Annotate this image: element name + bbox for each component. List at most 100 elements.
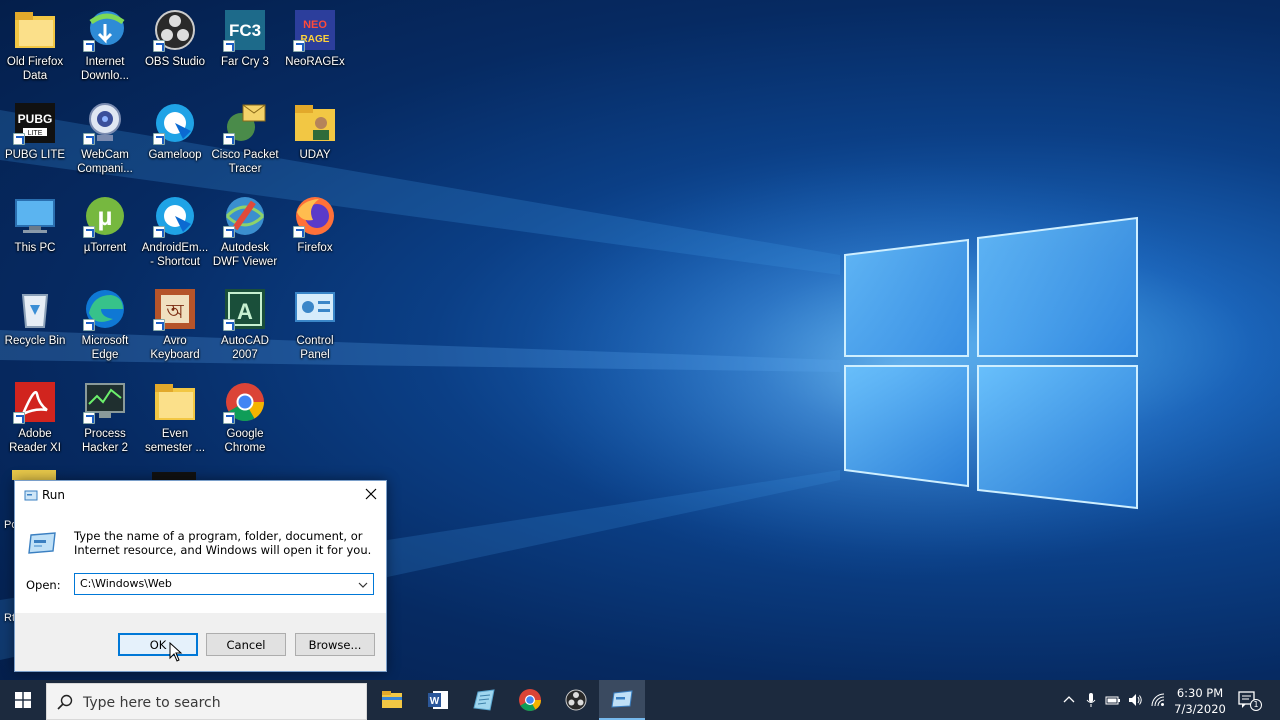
dialog-titlebar[interactable]: Run (15, 481, 386, 509)
microphone-icon[interactable] (1083, 692, 1099, 708)
shortcut-arrow-icon (153, 133, 165, 145)
word-icon: W (428, 691, 448, 709)
file-explorer-icon (382, 691, 402, 708)
desktop-icon-label: PUBG LITE (4, 149, 66, 161)
hidden-icon-top (12, 470, 56, 480)
close-button[interactable] (356, 481, 386, 507)
shortcut-arrow-icon (223, 40, 235, 52)
svg-text:FC3: FC3 (229, 21, 261, 40)
taskbar-run[interactable] (599, 680, 645, 720)
desktop-icon[interactable]: Old Firefox Data (0, 2, 72, 90)
search-icon (57, 694, 73, 710)
desktop-icon[interactable]: Internet Downlo... (68, 2, 142, 90)
desktop-icon[interactable]: Even semester ... (138, 374, 212, 462)
process-hacker-icon (83, 380, 127, 424)
shortcut-arrow-icon (223, 319, 235, 331)
shortcut-arrow-icon (83, 133, 95, 145)
open-combobox[interactable]: C:\Windows\Web (74, 573, 374, 595)
desktop-icon-label: Recycle Bin (4, 335, 66, 347)
user-folder-icon (293, 101, 337, 145)
desktop-icon[interactable]: Google Chrome (208, 374, 282, 462)
hidden-icon-top (152, 472, 196, 480)
neorage-icon: NEO RAGE (293, 8, 337, 52)
desktop-icon[interactable]: Microsoft Edge (68, 281, 142, 369)
dialog-title: Run (42, 488, 66, 502)
search-placeholder: Type here to search (83, 695, 221, 711)
gameloop-icon (153, 101, 197, 145)
desktop-icon-label: Google Chrome (224, 428, 266, 454)
run-icon (611, 690, 633, 708)
desktop-icon[interactable]: NEO RAGE NeoRAGEx (278, 2, 352, 90)
notification-center-button[interactable]: 1 (1236, 688, 1262, 712)
control-panel-icon (293, 287, 337, 331)
cisco-icon (223, 101, 267, 145)
desktop-icon[interactable]: অ Avro Keyboard (138, 281, 212, 369)
dialog-footer: OK Cancel Browse... (15, 613, 386, 671)
desktop-icon[interactable]: WebCam Compani... (68, 95, 142, 183)
close-icon (365, 488, 377, 500)
chrome-icon (223, 380, 267, 424)
desktop-icon[interactable]: Firefox (278, 188, 352, 276)
desktop-icon[interactable]: PUBG LITE PUBG LITE (0, 95, 72, 183)
svg-text:অ: অ (165, 301, 184, 323)
desktop-icon[interactable]: µ µTorrent (68, 188, 142, 276)
desktop-icon-label: Control Panel (296, 335, 334, 361)
shortcut-arrow-icon (293, 40, 305, 52)
desktop-icon[interactable]: Autodesk DWF Viewer (208, 188, 282, 276)
utorrent-icon: µ (83, 194, 127, 238)
shortcut-arrow-icon (153, 319, 165, 331)
system-clock[interactable]: 6:30 PM 7/3/2020 (1170, 685, 1230, 717)
svg-text:LITE: LITE (28, 130, 43, 137)
desktop-icon-label: This PC (14, 242, 56, 254)
chevron-up-icon[interactable] (1061, 692, 1077, 708)
windows-logo-icon (15, 692, 31, 708)
pubg-icon: PUBG LITE (13, 101, 57, 145)
taskbar-search-box[interactable]: Type here to search (46, 683, 367, 720)
volume-icon[interactable] (1127, 692, 1143, 708)
desktop-icon[interactable]: OBS Studio (138, 2, 212, 90)
desktop-icon-label: Microsoft Edge (81, 335, 129, 361)
desktop-icon[interactable]: A AutoCAD 2007 (208, 281, 282, 369)
obs-icon (565, 689, 587, 711)
desktop-icon-label: Even semester ... (144, 428, 206, 454)
taskbar-file-explorer[interactable] (369, 680, 415, 720)
desktop-icon-label: UDAY (299, 149, 331, 161)
clock-time: 6:30 PM (1176, 686, 1224, 700)
desktop-icon[interactable]: This PC (0, 188, 72, 276)
desktop-icon[interactable]: Cisco Packet Tracer (208, 95, 282, 183)
desktop-icon-label: Process Hacker 2 (81, 428, 129, 454)
notepad-icon (473, 689, 495, 711)
cancel-button[interactable]: Cancel (206, 633, 286, 656)
taskbar-obs[interactable] (553, 680, 599, 720)
desktop-icon-label: AutoCAD 2007 (221, 335, 269, 361)
computer-icon (13, 194, 57, 238)
desktop-icon[interactable]: AndroidEm... - Shortcut (138, 188, 212, 276)
firefox-icon (293, 194, 337, 238)
start-button[interactable] (0, 680, 46, 720)
open-input-value[interactable]: C:\Windows\Web (80, 577, 172, 590)
shortcut-arrow-icon (153, 40, 165, 52)
desktop-icon[interactable]: UDAY (278, 95, 352, 183)
browse-button[interactable]: Browse... (295, 633, 375, 656)
wifi-icon[interactable] (1150, 692, 1166, 708)
desktop-icon-label: OBS Studio (144, 56, 206, 68)
battery-icon[interactable] (1105, 692, 1121, 708)
desktop-icon[interactable]: Recycle Bin (0, 281, 72, 369)
run-icon (24, 488, 38, 501)
desktop-icon[interactable]: Process Hacker 2 (68, 374, 142, 462)
clock-date: 7/3/2020 (1174, 702, 1226, 716)
taskbar-notepad[interactable] (461, 680, 507, 720)
desktop-icon-label: AndroidEm... - Shortcut (141, 242, 209, 268)
desktop-icon[interactable]: Adobe Reader XI (0, 374, 72, 462)
desktop-icon[interactable]: Control Panel (278, 281, 352, 369)
shortcut-arrow-icon (153, 226, 165, 238)
chevron-down-icon[interactable] (357, 578, 369, 590)
desktop-icon[interactable]: Gameloop (138, 95, 212, 183)
taskbar-chrome[interactable] (507, 680, 553, 720)
ok-button[interactable]: OK (118, 633, 198, 656)
desktop-icon[interactable]: FC3 Far Cry 3 (208, 2, 282, 90)
run-icon (27, 531, 57, 555)
desktop-icon-label: Avro Keyboard (150, 335, 200, 361)
desktop-icon-label: Adobe Reader XI (9, 428, 61, 454)
taskbar-word[interactable]: W (415, 680, 461, 720)
